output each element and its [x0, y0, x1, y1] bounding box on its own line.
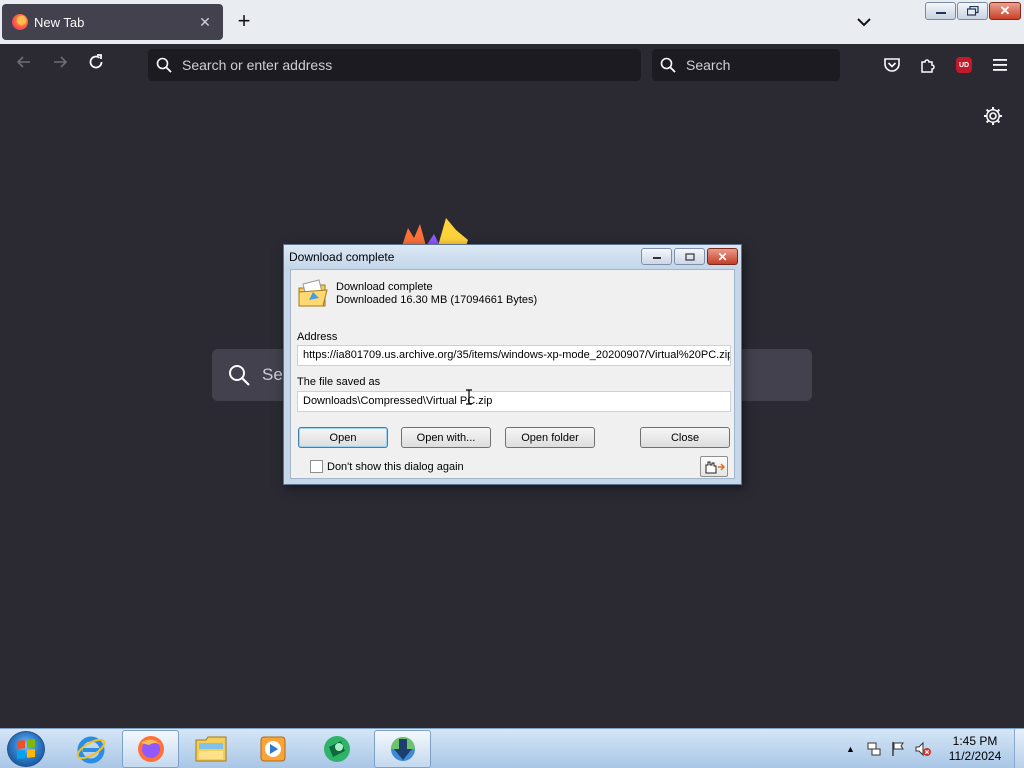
download-size-text: Downloaded 16.30 MB (17094661 Bytes) [336, 294, 538, 306]
volume-muted-icon [915, 741, 931, 757]
drag-hand-button[interactable] [700, 456, 728, 477]
taskbar-download-manager[interactable] [374, 730, 431, 768]
tray-expand-button[interactable]: ▲ [846, 729, 855, 768]
download-folder-icon [297, 278, 329, 310]
tray-expand-icon: ▲ [846, 744, 855, 754]
page-settings-gear-icon[interactable] [982, 105, 1004, 127]
window-minimize-button[interactable] [925, 2, 956, 20]
clock-date: 11/2/2024 [948, 749, 1002, 763]
navigation-toolbar: Search or enter address Search UD [0, 44, 1024, 85]
hand-pointer-icon [705, 461, 725, 473]
ublock-origin-button[interactable]: UD [951, 52, 977, 78]
dialog-close-button[interactable]: ✕ [707, 248, 738, 265]
forward-button[interactable] [48, 53, 72, 77]
address-label: Address [297, 331, 338, 343]
show-desktop-button[interactable] [1014, 729, 1024, 768]
download-address-field[interactable]: https://ia801709.us.archive.org/35/items… [297, 345, 731, 366]
address-bar[interactable]: Search or enter address [148, 49, 641, 81]
open-with-button[interactable]: Open with... [401, 427, 491, 448]
taskbar-firefox[interactable] [122, 730, 179, 768]
search-icon [660, 57, 676, 73]
flag-icon [892, 742, 904, 756]
open-button[interactable]: Open [298, 427, 388, 448]
tray-network[interactable] [866, 729, 882, 768]
puzzle-piece-icon [921, 59, 935, 73]
dialog-maximize-button[interactable] [674, 248, 705, 265]
taskbar-file-explorer[interactable] [182, 730, 239, 768]
taskbar-clock[interactable]: 1:45 PM 11/2/2024 [940, 734, 1010, 764]
back-button[interactable] [12, 53, 36, 77]
pocket-icon [884, 58, 900, 72]
firefox-logo [400, 216, 472, 246]
new-tab-search-placeholder: Se [262, 365, 283, 384]
firefox-tab-icon [12, 14, 28, 30]
address-bar-placeholder: Search or enter address [182, 57, 333, 73]
saved-as-label: The file saved as [297, 376, 381, 388]
tab-strip: New Tab ✕ + ✕ [0, 0, 1024, 44]
window-close-button[interactable]: ✕ [989, 2, 1021, 20]
search-bar-placeholder: Search [686, 57, 731, 73]
network-icon [867, 742, 881, 756]
window-restore-button[interactable] [957, 2, 988, 20]
list-all-tabs-chevron-icon[interactable] [854, 12, 874, 32]
app-menu-button[interactable] [987, 52, 1013, 78]
dialog-titlebar[interactable]: Download complete ✕ [284, 245, 741, 269]
search-bar[interactable]: Search [652, 49, 840, 81]
taskbar-media-player[interactable] [244, 730, 301, 768]
taskbar: ▲ 1:45 PM 11/2/2024 [0, 728, 1024, 768]
close-button[interactable]: Close [640, 427, 730, 448]
forward-arrow-icon [54, 56, 68, 68]
ublock-origin-icon: UD [956, 57, 972, 73]
dialog-title: Download complete [289, 250, 395, 264]
green-app-icon [323, 736, 350, 762]
download-complete-dialog: Download complete ✕ Download complete Do… [283, 244, 742, 485]
back-arrow-icon [16, 56, 30, 68]
dont-show-again-checkbox[interactable] [310, 460, 323, 473]
tab-title: New Tab [34, 14, 85, 30]
search-icon [229, 365, 250, 386]
tab-close-icon[interactable]: ✕ [197, 14, 213, 31]
download-status-text: Download complete [336, 281, 433, 293]
hamburger-menu-icon [993, 59, 1007, 71]
start-button[interactable] [7, 731, 45, 767]
extensions-button[interactable] [915, 52, 941, 78]
download-manager-icon [390, 737, 415, 761]
pocket-button[interactable] [879, 52, 905, 78]
media-player-icon [260, 736, 285, 762]
tab-new-tab[interactable]: New Tab ✕ [2, 4, 223, 40]
open-folder-button[interactable]: Open folder [505, 427, 595, 448]
clock-time: 1:45 PM [952, 734, 998, 748]
internet-explorer-icon [76, 736, 105, 764]
reload-button[interactable] [84, 53, 108, 77]
firefox-icon [137, 736, 164, 762]
reload-icon [89, 54, 103, 69]
text-cursor-icon [465, 389, 473, 405]
tray-volume[interactable] [914, 729, 932, 768]
dont-show-again-label: Don't show this dialog again [327, 460, 464, 473]
windows-logo-icon [17, 739, 35, 759]
new-tab-button[interactable]: + [232, 10, 256, 34]
tray-action-center[interactable] [890, 729, 906, 768]
search-icon [156, 57, 172, 73]
folder-icon [195, 736, 226, 762]
dialog-minimize-button[interactable] [641, 248, 672, 265]
saved-path-field[interactable]: Downloads\Compressed\Virtual PC.zip [297, 391, 731, 412]
taskbar-internet-explorer[interactable] [62, 730, 119, 768]
dialog-body: Download complete Downloaded 16.30 MB (1… [290, 269, 735, 479]
taskbar-app-green[interactable] [308, 730, 365, 768]
dont-show-again-row[interactable]: Don't show this dialog again [310, 460, 464, 473]
